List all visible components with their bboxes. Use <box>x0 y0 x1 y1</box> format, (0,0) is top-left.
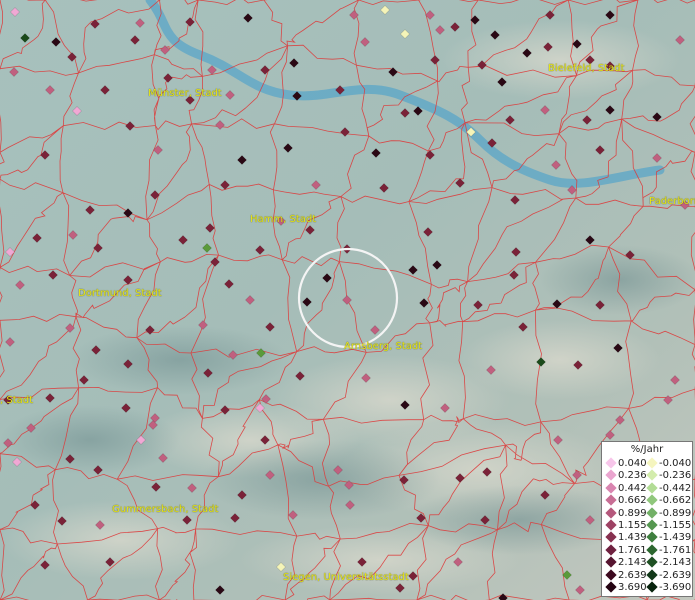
legend-label-positive: 1.761 <box>618 544 647 556</box>
legend-swatch-positive <box>605 531 617 544</box>
legend-row-positive: 0.662 <box>604 494 647 507</box>
legend-label-negative: -2.639 <box>659 569 692 581</box>
legend-row-negative: -0.899 <box>645 506 692 520</box>
legend-label-negative: -1.155 <box>659 520 692 531</box>
legend-row-negative: -1.439 <box>645 531 692 544</box>
legend-swatch-positive <box>605 457 617 469</box>
legend-label-positive: 2.639 <box>618 569 647 581</box>
legend-row-positive: 3.690 <box>604 581 647 594</box>
legend-row-negative: -1.155 <box>645 519 692 532</box>
legend-row-positive: 2.143 <box>604 556 647 569</box>
city-label-gummersbach: Gummersbach, Stadt <box>112 504 219 515</box>
legend-swatch-positive <box>605 556 617 568</box>
legend-label-positive: 0.442 <box>618 482 647 494</box>
legend-row-negative: -2.143 <box>645 556 692 569</box>
legend-swatch-negative <box>646 494 658 506</box>
legend-label-negative: -0.899 <box>659 507 692 519</box>
city-label-siegen: Siegen, Universitätsstadt <box>283 572 409 583</box>
legend-row-positive: 2.639 <box>604 568 647 582</box>
map-view[interactable]: Münster, Stadt Bielefeld, Stadt Hamm, St… <box>0 0 695 600</box>
legend-row-negative: -2.639 <box>645 568 692 582</box>
legend-row-positive: 0.236 <box>604 469 647 482</box>
city-label-hamm: Hamm, Stadt <box>250 214 317 225</box>
city-label-paderborn: Paderborn <box>649 196 695 207</box>
legend-swatch-negative <box>646 531 658 544</box>
legend-row-positive: 0.899 <box>604 506 647 520</box>
legend-label-positive: 1.439 <box>618 532 647 544</box>
legend-label-positive: 2.143 <box>618 557 647 569</box>
legend-label-positive: 0.662 <box>618 495 647 507</box>
legend-row-negative: -0.236 <box>645 469 692 482</box>
legend-label-negative: -3.690 <box>659 582 692 593</box>
legend-label-negative: -0.040 <box>659 458 692 469</box>
legend-label-positive: 0.040 <box>618 458 647 469</box>
legend-swatch-positive <box>605 494 617 506</box>
legend-label-positive: 0.236 <box>618 470 647 482</box>
legend-swatch-positive <box>605 544 617 556</box>
city-label-dortmund: Dortmund, Stadt <box>78 288 162 299</box>
legend-row-negative: -0.442 <box>645 482 692 495</box>
city-label-arnsberg: Arnsberg, Stadt <box>344 341 423 352</box>
legend-swatch-negative <box>646 581 658 593</box>
legend-label-positive: 1.155 <box>618 520 647 531</box>
legend: %/Jahr 0.040 -0.040 0.236 -0.236 0.442 -0.442… <box>601 441 693 597</box>
legend-label-positive: 0.899 <box>618 507 647 519</box>
legend-swatch-negative <box>646 506 658 519</box>
legend-label-negative: -1.439 <box>659 532 692 544</box>
legend-row-negative: -0.662 <box>645 494 692 507</box>
legend-row-negative: -0.040 <box>645 457 692 470</box>
city-label-muenster: Münster, Stadt <box>148 88 222 99</box>
legend-swatch-positive <box>605 519 617 531</box>
legend-label-negative: -0.442 <box>659 482 692 494</box>
city-label-bielefeld: Bielefeld, Stadt <box>548 63 625 74</box>
city-label-partial-west: , Stadt <box>0 395 34 406</box>
legend-swatch-positive <box>605 482 617 494</box>
map-canvas[interactable] <box>0 0 695 600</box>
legend-swatch-negative <box>646 457 658 469</box>
legend-label-negative: -0.662 <box>659 495 692 507</box>
legend-swatch-negative <box>646 469 658 482</box>
legend-title: %/Jahr <box>630 444 664 455</box>
legend-row-negative: -1.761 <box>645 544 692 557</box>
legend-swatch-positive <box>605 581 617 593</box>
legend-row-negative: -3.690 <box>645 581 692 594</box>
legend-label-negative: -0.236 <box>659 470 692 482</box>
legend-swatch-positive <box>605 469 617 482</box>
legend-swatch-negative <box>646 544 658 556</box>
legend-row-positive: 1.439 <box>604 531 647 544</box>
legend-label-positive: 3.690 <box>618 582 647 593</box>
legend-label-negative: -1.761 <box>659 544 692 556</box>
legend-swatch-negative <box>646 568 658 581</box>
legend-swatch-negative <box>646 482 658 494</box>
legend-swatch-negative <box>646 556 658 568</box>
legend-swatch-positive <box>605 568 617 581</box>
legend-label-negative: -2.143 <box>659 557 692 569</box>
legend-swatch-positive <box>605 506 617 519</box>
legend-swatch-negative <box>646 519 658 531</box>
